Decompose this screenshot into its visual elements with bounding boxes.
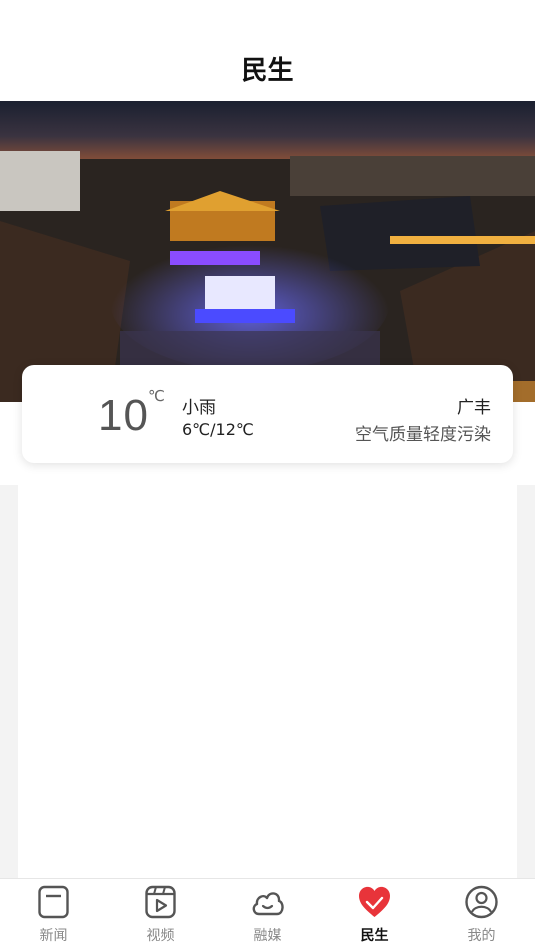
bottom-tab-bar: 新闻 视频 融媒 民生 我的 xyxy=(0,878,535,951)
cloud-icon xyxy=(252,892,284,916)
tab-news[interactable]: 新闻 xyxy=(0,879,107,951)
tab-label: 视频 xyxy=(146,928,175,944)
tab-video[interactable]: 视频 xyxy=(107,879,214,951)
temperature-unit: ℃ xyxy=(148,387,165,405)
top-header: 民生 xyxy=(0,0,535,101)
temperature-value: 10 xyxy=(98,391,149,440)
video-icon xyxy=(145,885,176,919)
temperature-range: 6℃/12℃ xyxy=(182,420,254,439)
air-quality: 空气质量轻度污染 xyxy=(355,425,491,445)
tab-label: 我的 xyxy=(467,928,496,944)
banner-image[interactable] xyxy=(0,101,535,402)
news-icon xyxy=(38,885,69,919)
tab-livelihood[interactable]: 民生 xyxy=(321,879,428,951)
tab-label: 民生 xyxy=(360,928,389,944)
tab-media[interactable]: 融媒 xyxy=(214,879,321,951)
night-town-photo xyxy=(0,101,535,402)
tab-label: 融媒 xyxy=(253,928,282,944)
city-name: 广丰 xyxy=(457,398,491,418)
user-icon xyxy=(465,885,498,919)
page-title: 民生 xyxy=(241,56,294,86)
tab-profile[interactable]: 我的 xyxy=(428,879,535,951)
content-panel xyxy=(18,485,517,878)
tab-label: 新闻 xyxy=(39,928,68,944)
weather-card[interactable]: 10 ℃ 小雨 6℃/12℃ 广丰 空气质量轻度污染 xyxy=(22,365,513,463)
weather-condition: 小雨 xyxy=(182,398,216,418)
heart-hands-icon xyxy=(359,886,390,917)
